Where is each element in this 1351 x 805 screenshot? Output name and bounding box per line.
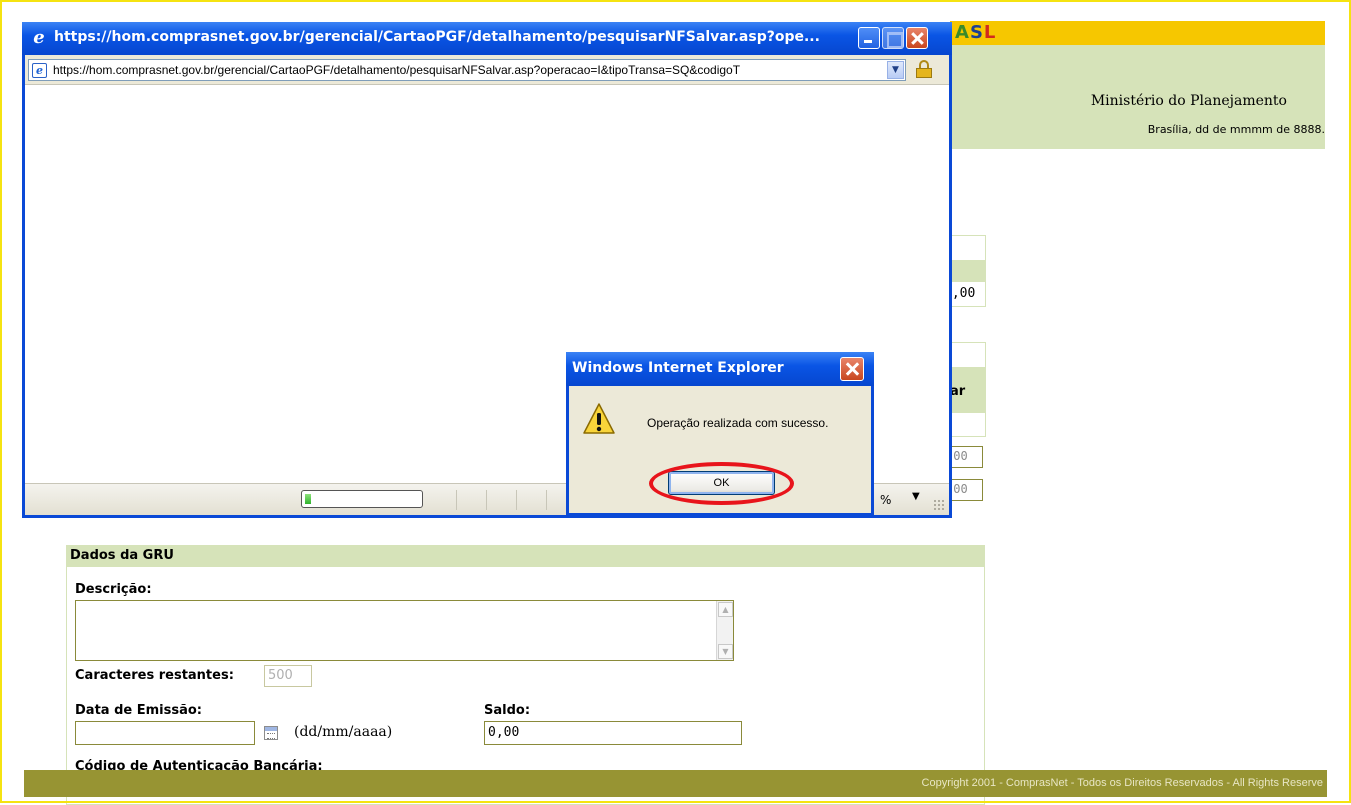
gru-header: Dados da GRU (66, 545, 985, 567)
saldo-input[interactable]: 0,00 (484, 721, 742, 745)
maximize-icon[interactable] (882, 27, 904, 49)
ie-icon: e (33, 27, 45, 48)
copyright-text: Copyright 2001 - ComprasNet - Todos os D… (921, 777, 1323, 789)
brasil-logo: ASL (955, 22, 997, 43)
calendar-icon[interactable] (264, 726, 278, 740)
address-field[interactable]: e https://hom.comprasnet.gov.br/gerencia… (28, 59, 906, 81)
address-dropdown-icon[interactable]: ▼ (887, 61, 904, 79)
warning-icon (583, 403, 615, 434)
caracteres-counter: 500 (264, 665, 312, 687)
textarea-scrollbar[interactable]: ▲ ▼ (716, 601, 733, 660)
resize-grip-icon[interactable] (933, 499, 945, 511)
page-footer: Copyright 2001 - ComprasNet - Todos os D… (24, 770, 1327, 797)
dialog-close-icon[interactable] (840, 357, 864, 381)
data-emissao-input[interactable] (75, 721, 255, 745)
popup-title: https://hom.comprasnet.gov.br/gerencial/… (54, 29, 820, 45)
loading-progress (301, 490, 423, 508)
column-header-fragment: ar (950, 384, 966, 399)
address-bar: e https://hom.comprasnet.gov.br/gerencia… (25, 55, 949, 85)
ok-button[interactable]: OK (668, 471, 775, 495)
values-panel-header (950, 260, 985, 282)
zoom-dropdown-icon[interactable]: ▼ (912, 491, 920, 502)
lock-icon[interactable] (916, 60, 932, 78)
descricao-textarea[interactable]: ▲ ▼ (75, 600, 734, 661)
zoom-level[interactable]: % (880, 493, 891, 507)
status-separator (546, 490, 547, 510)
alert-dialog: Windows Internet Explorer Operação reali… (566, 352, 874, 516)
scroll-up-icon[interactable]: ▲ (718, 602, 733, 617)
scroll-down-icon[interactable]: ▼ (718, 644, 733, 659)
data-emissao-label: Data de Emissão: (75, 703, 202, 718)
ministry-title: Ministério do Planejamento (1090, 93, 1287, 109)
close-icon[interactable] (906, 27, 928, 49)
popup-titlebar[interactable]: e https://hom.comprasnet.gov.br/gerencia… (22, 22, 952, 55)
date-line: Brasília, dd de mmmm de 8888. (1147, 123, 1325, 136)
status-separator (516, 490, 517, 510)
header-band: Ministério do Planejamento Brasília, dd … (950, 45, 1325, 149)
progress-fill (305, 494, 311, 504)
status-separator (456, 490, 457, 510)
status-separator (486, 490, 487, 510)
page-icon: e (32, 63, 47, 78)
saldo-label: Saldo: (484, 703, 531, 718)
caracteres-label: Caracteres restantes: (75, 668, 234, 683)
dialog-message: Operação realizada com sucesso. (647, 416, 829, 430)
address-text[interactable]: https://hom.comprasnet.gov.br/gerencial/… (53, 62, 873, 78)
dialog-title: Windows Internet Explorer (572, 360, 784, 376)
descricao-label: Descrição: (75, 582, 152, 597)
top-banner (950, 21, 1325, 45)
date-format-hint: (dd/mm/aaaa) (294, 724, 393, 740)
minimize-icon[interactable] (858, 27, 880, 49)
dialog-titlebar[interactable]: Windows Internet Explorer (566, 352, 874, 386)
